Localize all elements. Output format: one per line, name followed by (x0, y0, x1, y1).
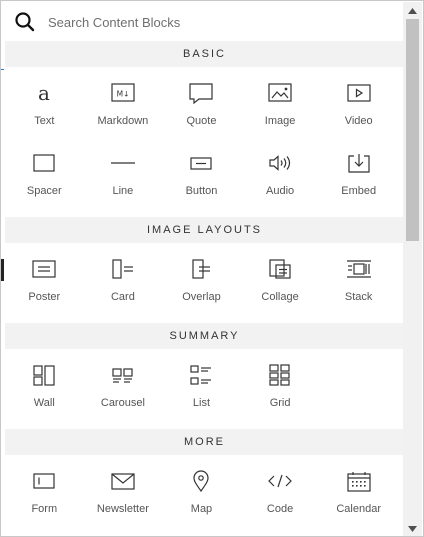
block-spacer[interactable]: Spacer (5, 145, 84, 215)
button-icon (187, 151, 215, 175)
block-label: Stack (344, 291, 373, 303)
scroll-up-arrow-icon[interactable] (403, 2, 422, 19)
newsletter-icon (109, 469, 137, 493)
block-label: Line (112, 185, 134, 197)
block-label: Card (110, 291, 135, 303)
audio-icon (266, 151, 294, 175)
scrollbar[interactable] (403, 2, 422, 536)
form-icon (30, 469, 58, 493)
scroll-thumb[interactable] (406, 19, 419, 241)
block-wall[interactable]: Wall (5, 357, 84, 427)
block-overlap[interactable]: Overlap (162, 251, 241, 321)
text-icon: a (30, 81, 58, 105)
insert-position-marker (1, 259, 4, 281)
block-code[interactable]: Code (241, 463, 320, 533)
block-label: Spacer (26, 185, 62, 197)
poster-icon (30, 257, 58, 281)
section-header: BASIC (5, 41, 404, 67)
list-icon (187, 363, 215, 387)
block-label: Button (185, 185, 218, 197)
quote-icon (187, 81, 215, 105)
block-label: List (192, 397, 211, 409)
block-markdown[interactable]: M↓ Markdown (84, 75, 163, 145)
search-input[interactable] (48, 11, 388, 33)
block-label: Poster (28, 291, 61, 303)
section-header: IMAGE LAYOUTS (5, 217, 404, 243)
carousel-icon (109, 363, 137, 387)
stack-icon (345, 257, 373, 281)
blocks-grid: Poster Card Overlap Collage Stack (5, 243, 404, 323)
block-newsletter[interactable]: Newsletter (84, 463, 163, 533)
block-video[interactable]: Video (319, 75, 398, 145)
image-icon (266, 81, 294, 105)
calendar-icon (345, 469, 373, 493)
blocks-grid: Wall Carousel List Grid (5, 349, 404, 429)
block-carousel[interactable]: Carousel (84, 357, 163, 427)
video-icon (345, 81, 373, 105)
wall-icon (30, 363, 58, 387)
spacer-icon (30, 151, 58, 175)
block-card[interactable]: Card (84, 251, 163, 321)
block-map[interactable]: Map (162, 463, 241, 533)
block-label: Video (344, 115, 373, 127)
block-form[interactable]: Form (5, 463, 84, 533)
collage-icon (266, 257, 294, 281)
line-icon (109, 151, 137, 175)
block-label: Quote (186, 115, 217, 127)
block-text[interactable]: a Text (5, 75, 84, 145)
search-icon (14, 11, 36, 33)
block-label: Collage (261, 291, 299, 303)
block-quote[interactable]: Quote (162, 75, 241, 145)
block-stack[interactable]: Stack (319, 251, 398, 321)
block-audio[interactable]: Audio (241, 145, 320, 215)
search-bar (2, 2, 404, 40)
edge-marker (1, 69, 4, 70)
block-calendar[interactable]: Calendar (319, 463, 398, 533)
block-image[interactable]: Image (241, 75, 320, 145)
section-header: MORE (5, 429, 404, 455)
block-grid[interactable]: Grid (241, 357, 320, 427)
code-icon (266, 469, 294, 493)
block-label: Image (264, 115, 296, 127)
block-label: Code (266, 503, 294, 515)
block-label: Form (31, 503, 58, 515)
blocks-grid: a Text M↓ Markdown Quote Image Video Spacer Line… (5, 67, 404, 217)
embed-icon (345, 151, 373, 175)
block-line[interactable]: Line (84, 145, 163, 215)
scroll-down-arrow-icon[interactable] (403, 520, 422, 536)
map-icon (187, 469, 215, 493)
section-header: SUMMARY (5, 323, 404, 349)
svg-text:M↓: M↓ (117, 90, 130, 99)
block-label: Carousel (100, 397, 145, 409)
block-label: Wall (33, 397, 55, 409)
overlap-icon (187, 257, 215, 281)
card-icon (109, 257, 137, 281)
block-label: Map (190, 503, 213, 515)
block-label: Overlap (182, 291, 221, 303)
block-label: Calendar (336, 503, 381, 515)
grid-icon (266, 363, 294, 387)
block-label: Grid (269, 397, 291, 409)
block-label: Embed (341, 185, 377, 197)
block-list[interactable]: List (162, 357, 241, 427)
block-poster[interactable]: Poster (5, 251, 84, 321)
svg-text:a: a (38, 81, 50, 105)
block-label: Audio (266, 185, 295, 197)
block-label: Text (34, 115, 55, 127)
content-blocks-panel: BASIC a Text M↓ Markdown Quote Image Video Space… (0, 0, 424, 537)
block-button[interactable]: Button (162, 145, 241, 215)
markdown-icon: M↓ (109, 81, 137, 105)
blocks-list: BASIC a Text M↓ Markdown Quote Image Video Space… (5, 41, 404, 535)
block-label: Markdown (97, 115, 149, 127)
block-embed[interactable]: Embed (319, 145, 398, 215)
block-collage[interactable]: Collage (241, 251, 320, 321)
blocks-grid: Form Newsletter Map Code Calendar (5, 455, 404, 535)
block-label: Newsletter (96, 503, 149, 515)
